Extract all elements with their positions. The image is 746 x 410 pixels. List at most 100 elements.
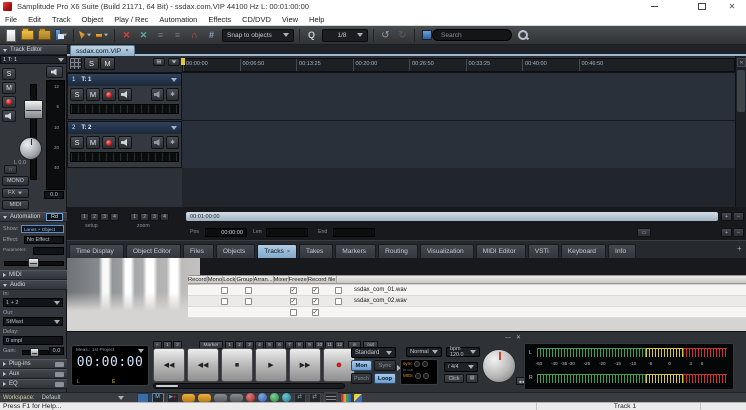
mixer-checkbox[interactable]	[312, 298, 319, 305]
table-row[interactable]: ssdax_com_02.wav	[188, 296, 746, 307]
menu-item[interactable]: Automation	[159, 15, 197, 24]
record-arm-button[interactable]	[2, 96, 16, 108]
mono-checkbox[interactable]	[221, 287, 228, 294]
menu-item[interactable]: File	[5, 15, 17, 24]
zoom-button-2[interactable]: 2	[140, 213, 149, 221]
volume-fader[interactable]	[30, 84, 37, 180]
meter-speaker-button[interactable]	[46, 66, 63, 78]
close-button[interactable]: ✕	[724, 2, 740, 12]
red-tool-icon[interactable]	[246, 393, 255, 402]
automation-mode-button[interactable]: Rd	[46, 213, 63, 221]
track-output-icon[interactable]	[151, 88, 164, 101]
setup-button-2[interactable]: 2	[90, 213, 99, 221]
track-title-bar[interactable]: 2 T: 2	[68, 122, 181, 134]
track-solo-button[interactable]: S	[70, 88, 84, 101]
gain-slider-handle[interactable]	[30, 348, 39, 357]
docker-tab[interactable]: MIDI Editor	[476, 244, 526, 258]
zoom-button-4[interactable]: 4	[160, 213, 169, 221]
arrange-empty-area[interactable]	[182, 168, 735, 207]
lock-checkbox[interactable]	[245, 287, 252, 294]
save-icon[interactable]	[55, 29, 68, 42]
remix-agent-icon[interactable]	[198, 394, 211, 402]
bypass-icon[interactable]	[55, 372, 64, 377]
setup-button-4[interactable]: 4	[110, 213, 119, 221]
track-output-icon[interactable]	[151, 136, 164, 149]
draw-mode-icon[interactable]	[96, 29, 109, 42]
automation-slider-handle[interactable]	[28, 258, 39, 268]
headphones-icon[interactable]: ∩	[4, 165, 17, 174]
sync-button[interactable]: Sync	[374, 360, 396, 371]
show-select[interactable]: Lanes + Object	[21, 225, 64, 233]
project-tab[interactable]: ssdax.com.VIP ×	[70, 45, 135, 56]
snap-select[interactable]: Snap to objects	[222, 29, 294, 42]
search-icon[interactable]	[518, 30, 529, 41]
group-objects-icon[interactable]: ≡	[171, 29, 184, 42]
docker-tab[interactable]: Visualization	[420, 244, 474, 258]
record-mode-select[interactable]: Standard	[351, 347, 396, 358]
open-folder-icon[interactable]	[21, 29, 34, 42]
maximize-button[interactable]	[694, 2, 710, 12]
column-header[interactable]: Freeze	[289, 276, 308, 283]
len-value[interactable]	[266, 228, 308, 237]
bypass-icon[interactable]	[55, 362, 64, 367]
menu-item[interactable]: CD/DVD	[242, 15, 271, 24]
track-lane-1[interactable]	[182, 73, 735, 121]
docker-tab[interactable]: VSTi	[528, 244, 559, 258]
zoom-h-out-icon[interactable]: −	[733, 228, 744, 237]
menu-item[interactable]: Help	[309, 15, 324, 24]
workspace-select[interactable]: Default	[39, 394, 127, 402]
vertical-scrollbar[interactable]: ✕	[735, 56, 746, 207]
column-header[interactable]: Mono	[208, 276, 224, 283]
setup-button-3[interactable]: 3	[100, 213, 109, 221]
minimize-button[interactable]	[646, 2, 662, 12]
zoom-h-in-icon[interactable]: +	[721, 228, 732, 237]
docker-tab[interactable]: Object Editor	[126, 244, 181, 258]
loop-button[interactable]: Loop	[374, 373, 396, 384]
mono-button[interactable]: MONO	[2, 176, 29, 186]
transport-button[interactable]: ▶	[255, 348, 287, 382]
table-row[interactable]	[188, 307, 746, 318]
bpm-select[interactable]: bpm 120.0	[446, 347, 480, 357]
column-header[interactable]: Group	[236, 276, 253, 283]
docker-tab[interactable]: Markers	[335, 244, 376, 258]
track-record-button[interactable]	[102, 88, 116, 101]
meter-window-icon[interactable]: M	[152, 393, 164, 403]
table-row[interactable]: ssdax_com_01.wav	[188, 285, 746, 296]
menu-item[interactable]: Edit	[28, 15, 41, 24]
green-tool-icon[interactable]	[270, 393, 279, 402]
horizontal-scrollbar[interactable]: 00:01:00:00	[186, 212, 718, 221]
input-select[interactable]: 1 + 2	[3, 298, 63, 307]
track-settings-icon[interactable]: ✱	[166, 88, 179, 101]
column-header[interactable]: Record	[188, 276, 208, 283]
aux-section-header[interactable]: Aux	[0, 369, 67, 379]
metronome-settings-icon[interactable]: ▤	[466, 374, 478, 383]
crossfade-icon[interactable]: ✕	[137, 29, 150, 42]
freeze-checkbox[interactable]	[335, 298, 342, 305]
mouse-mode-icon[interactable]	[79, 29, 92, 42]
align-objects-icon[interactable]: ≡	[154, 29, 167, 42]
monitor-button[interactable]	[2, 110, 16, 122]
zoom-out-icon[interactable]: −	[733, 212, 744, 221]
playhead-marker[interactable]	[181, 58, 185, 65]
docker-tab[interactable]: Time Display	[69, 244, 124, 258]
nudge-left-icon[interactable]: ⇄	[294, 393, 306, 403]
zoom-button-3[interactable]: 3	[150, 213, 159, 221]
zoom-in-icon[interactable]: +	[721, 212, 732, 221]
fit-view-icon[interactable]: ▭	[637, 228, 651, 237]
add-tab-icon[interactable]: +	[737, 244, 742, 253]
track-select[interactable]: 1 T: 1	[0, 55, 67, 64]
tool-disabled-icon-2[interactable]	[230, 394, 243, 402]
track-filter-icon[interactable]	[168, 58, 180, 66]
menu-item[interactable]: Track	[52, 15, 70, 24]
track-grid-icon[interactable]	[69, 57, 82, 70]
click-button[interactable]: Click	[444, 374, 464, 383]
cut-icon[interactable]: ✕	[120, 29, 133, 42]
track-lane-2[interactable]	[182, 121, 735, 169]
tab-close-icon[interactable]: ×	[125, 48, 128, 54]
docker-tab[interactable]: Takes	[299, 244, 333, 258]
close-view-icon[interactable]: ✕	[737, 58, 746, 67]
transport-button[interactable]: ◀◀	[187, 348, 219, 382]
bypass-icon[interactable]	[55, 382, 64, 387]
track-editor-header[interactable]: Track Editor	[0, 45, 67, 55]
track-mute-button[interactable]: M	[86, 136, 100, 149]
